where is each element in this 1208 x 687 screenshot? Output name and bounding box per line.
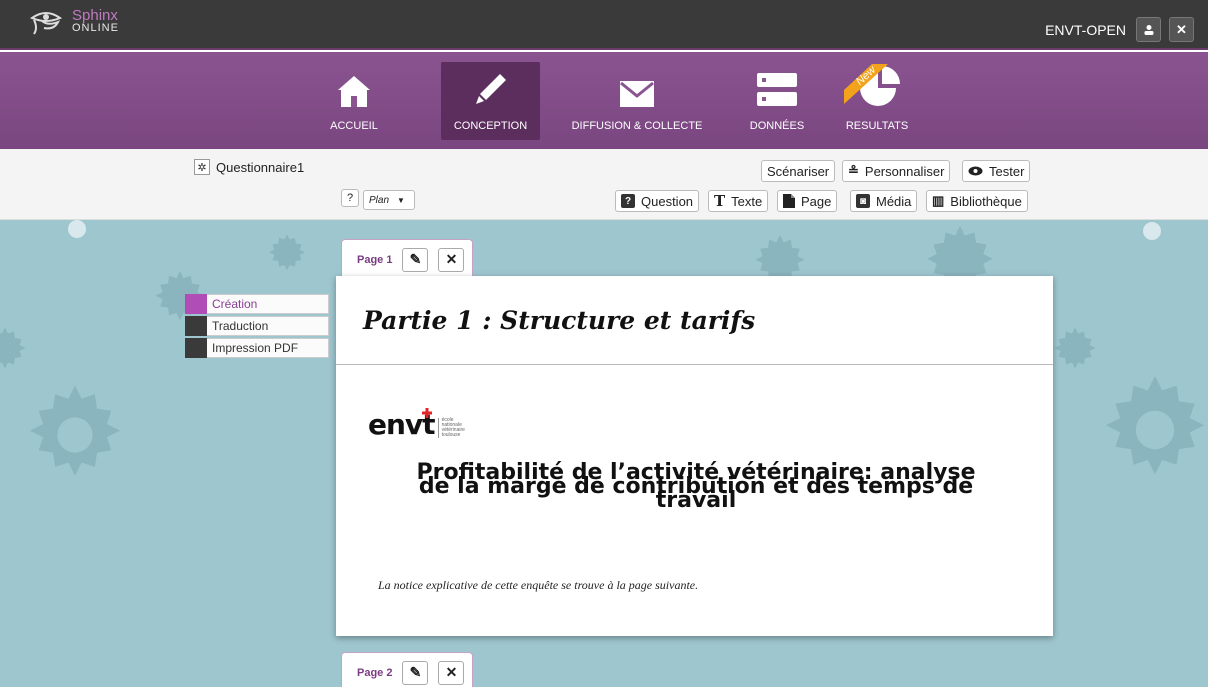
close-icon: ✕ — [445, 251, 458, 267]
add-media-button[interactable]: ◙ Média — [850, 190, 918, 212]
page-tab-1[interactable]: Page 1 ✎ ✕ — [341, 239, 474, 279]
app-logo[interactable]: Sphinx ONLINE — [28, 8, 119, 36]
version-item-impression-pdf[interactable]: Impression PDF — [185, 338, 329, 358]
nav-label: DONNÉES — [749, 120, 805, 132]
add-question-button[interactable]: ? Question — [615, 190, 700, 212]
pencil-icon: ✎ — [409, 664, 422, 680]
version-item-traduction[interactable]: Traduction — [185, 316, 329, 336]
color-swatch — [185, 338, 207, 358]
nav-label: CONCEPTION — [453, 120, 528, 132]
editor-canvas: Création Traduction Impression PDF Page … — [0, 220, 1208, 687]
view-select[interactable]: Plan ▼ — [363, 190, 415, 210]
envt-logo: envt école nationale vétérinaire toulous… — [368, 408, 465, 439]
database-icon — [757, 73, 797, 106]
personnaliser-label: Personnaliser — [864, 163, 945, 179]
logo-line2: ONLINE — [72, 22, 119, 34]
eye-logo-icon — [29, 12, 63, 35]
envelope-icon — [620, 81, 654, 107]
tester-button[interactable]: Tester — [962, 160, 1031, 182]
help-button[interactable]: ? — [341, 189, 359, 207]
page-icon — [783, 194, 795, 208]
add-texte-button[interactable]: T Texte — [708, 190, 769, 212]
page-title[interactable]: Partie 1 : Structure et tarifs — [363, 306, 755, 335]
brush-icon: ≗ — [848, 163, 859, 178]
bibliotheque-button[interactable]: ▥ Bibliothèque — [926, 190, 1028, 212]
question-icon: ? — [621, 194, 635, 208]
gear-icon: ✲ — [197, 161, 207, 174]
help-icon: ? — [346, 192, 354, 204]
decoration-dot — [68, 220, 86, 238]
pencil-icon: ✎ — [409, 251, 422, 267]
divider — [336, 364, 1053, 365]
text-icon: T — [714, 192, 726, 210]
version-label: Traduction — [212, 319, 269, 333]
gear-decoration-icon — [0, 327, 26, 369]
edit-page-button[interactable]: ✎ — [402, 247, 429, 272]
pencil-icon — [475, 74, 506, 104]
home-icon — [338, 76, 370, 107]
version-list: Création Traduction Impression PDF — [185, 294, 329, 360]
gear-decoration-icon — [1105, 376, 1205, 475]
edit-page-button[interactable]: ✎ — [402, 660, 429, 685]
page-tab-2[interactable]: Page 2 ✎ ✕ — [341, 652, 474, 687]
survey-heading[interactable]: Profitabilité de l’activité vétérinaire:… — [376, 462, 1016, 512]
nav-label: ACCUEIL — [330, 120, 378, 132]
library-icon: ▥ — [932, 193, 945, 208]
page-tab-label: Page 2 — [357, 666, 393, 679]
color-swatch — [185, 294, 207, 314]
gear-decoration-icon — [29, 385, 121, 476]
version-label: Impression PDF — [212, 341, 299, 355]
close-icon: ✕ — [445, 664, 458, 680]
nav-accueil[interactable]: ACCUEIL — [306, 62, 402, 140]
close-icon: ✕ — [1176, 21, 1187, 37]
decoration-dot — [1143, 222, 1161, 240]
color-swatch — [185, 316, 207, 336]
nav-resultats[interactable]: New RESULTATS — [838, 62, 916, 140]
page-card-1[interactable]: Partie 1 : Structure et tarifs envt écol… — [336, 276, 1053, 636]
bibliotheque-label: Bibliothèque — [950, 193, 1022, 209]
scenariser-label: Scénariser — [767, 163, 830, 179]
survey-note[interactable]: La notice explicative de cette enquête s… — [378, 578, 698, 593]
close-button[interactable]: ✕ — [1169, 17, 1194, 42]
tester-label: Tester — [989, 163, 1025, 179]
eye-icon — [968, 166, 983, 176]
main-nav: ACCUEIL CONCEPTION DIFFUSION & COLLECTE … — [0, 52, 1208, 149]
version-label: Création — [212, 297, 258, 311]
settings-button[interactable]: ✲ — [194, 159, 210, 175]
editor-toolbar: ✲ Questionnaire1 ? Plan ▼ Scénariser ≗ P… — [0, 149, 1208, 220]
gear-decoration-icon — [1054, 327, 1096, 369]
add-page-button[interactable]: Page — [777, 190, 838, 212]
nav-donnees[interactable]: DONNÉES — [738, 62, 816, 140]
pie-chart-icon — [844, 64, 900, 106]
envt-sub-line: toulouse — [441, 432, 461, 438]
top-bar: Sphinx ONLINE ENVT-OPEN ✕ — [0, 0, 1208, 50]
personnaliser-button[interactable]: ≗ Personnaliser — [842, 160, 951, 182]
texte-label: Texte — [731, 193, 763, 209]
camera-icon: ◙ — [856, 194, 870, 208]
user-name: ENVT-OPEN — [1045, 21, 1126, 38]
user-profile-button[interactable] — [1136, 17, 1161, 42]
nav-label: RESULTATS — [845, 120, 909, 132]
view-select-value: Plan — [369, 194, 390, 206]
nav-diffusion[interactable]: DIFFUSION & COLLECTE — [566, 62, 708, 140]
page-tab-label: Page 1 — [357, 253, 393, 266]
delete-page-button[interactable]: ✕ — [438, 660, 465, 685]
question-label: Question — [641, 193, 694, 209]
nav-conception[interactable]: CONCEPTION — [441, 62, 540, 140]
chevron-down-icon: ▼ — [397, 195, 405, 205]
scenariser-button[interactable]: Scénariser — [761, 160, 836, 182]
gear-decoration-icon — [268, 234, 306, 271]
page-label: Page — [801, 193, 832, 209]
delete-page-button[interactable]: ✕ — [438, 247, 465, 272]
version-item-creation[interactable]: Création — [185, 294, 329, 314]
logo-line1: Sphinx — [72, 7, 118, 24]
red-cross-icon — [421, 408, 432, 418]
media-label: Média — [876, 193, 912, 209]
user-icon — [1144, 24, 1153, 35]
questionnaire-name[interactable]: Questionnaire1 — [216, 160, 304, 175]
nav-label: DIFFUSION & COLLECTE — [571, 120, 703, 132]
